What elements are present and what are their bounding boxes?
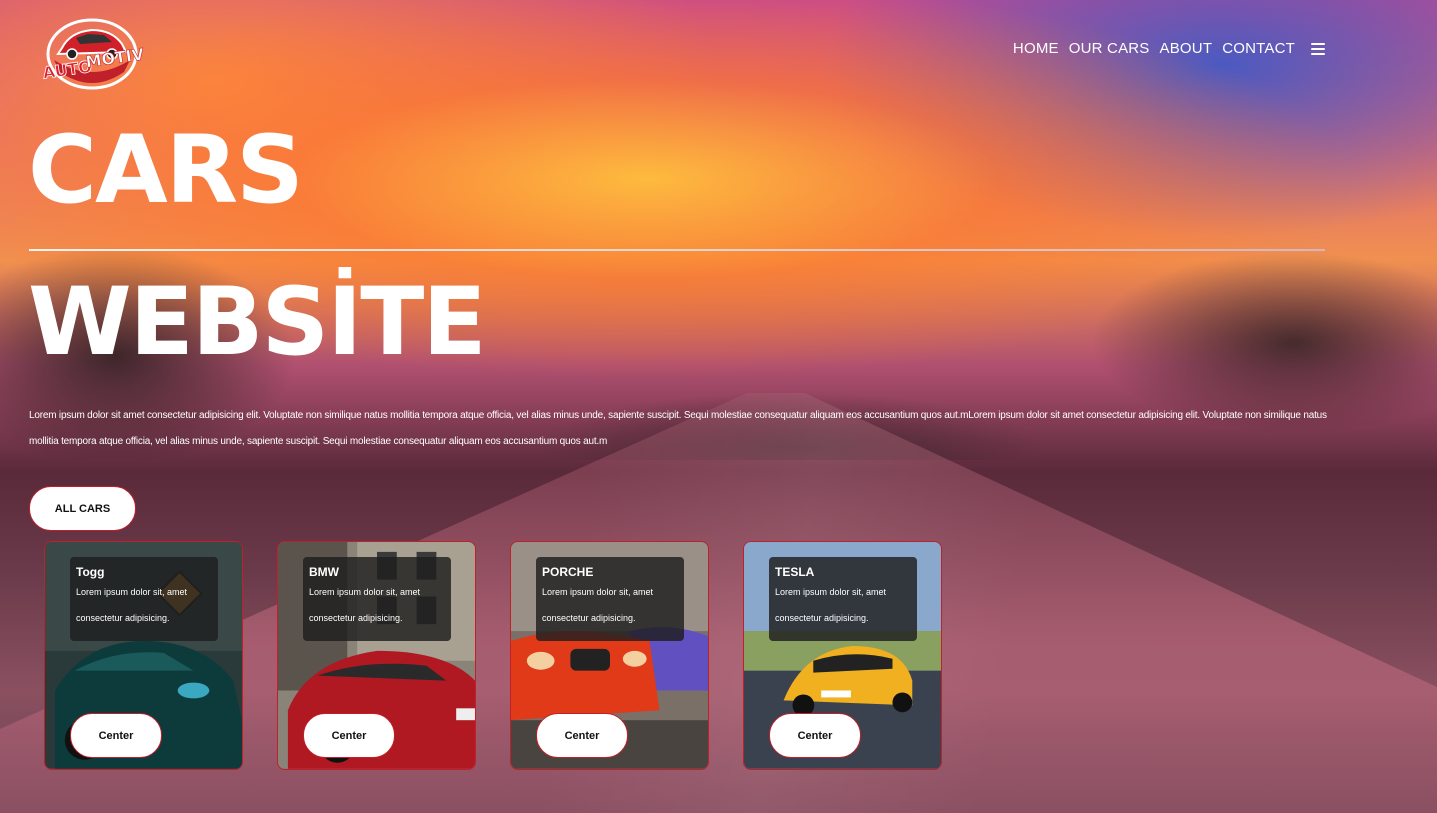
center-button[interactable]: Center [769, 713, 861, 758]
car-card-porche[interactable]: PORCHE Lorem ipsum dolor sit, amet conse… [510, 541, 709, 770]
hamburger-icon[interactable] [1311, 42, 1325, 55]
nav-home[interactable]: HOME [1013, 40, 1059, 57]
car-cards: Togg Lorem ipsum dolor sit, amet consect… [44, 541, 942, 770]
card-title: BMW [309, 565, 339, 579]
automotive-logo[interactable]: AUTO MOTIVE [40, 14, 156, 92]
nav-about[interactable]: ABOUT [1160, 40, 1213, 57]
card-info: Togg Lorem ipsum dolor sit, amet consect… [70, 557, 218, 641]
card-title: TESLA [775, 565, 815, 579]
hero-title-line1: CARS [28, 116, 304, 225]
card-info: PORCHE Lorem ipsum dolor sit, amet conse… [536, 557, 684, 641]
card-description: Lorem ipsum dolor sit, amet consectetur … [309, 587, 421, 623]
hero-description: Lorem ipsum dolor sit amet consectetur a… [29, 410, 1327, 447]
hero-divider [29, 249, 1325, 251]
card-title: Togg [76, 565, 105, 579]
car-card-togg[interactable]: Togg Lorem ipsum dolor sit, amet consect… [44, 541, 243, 770]
card-description: Lorem ipsum dolor sit, amet consectetur … [76, 587, 188, 623]
nav-contact[interactable]: CONTACT [1222, 40, 1295, 57]
car-card-bmw[interactable]: BMW Lorem ipsum dolor sit, amet consecte… [277, 541, 476, 770]
card-description: Lorem ipsum dolor sit, amet consectetur … [542, 587, 654, 623]
center-button[interactable]: Center [70, 713, 162, 758]
card-info: TESLA Lorem ipsum dolor sit, amet consec… [769, 557, 917, 641]
hero-title-line2: WEBSİTE [28, 268, 487, 377]
card-info: BMW Lorem ipsum dolor sit, amet consecte… [303, 557, 451, 641]
nav-our-cars[interactable]: OUR CARS [1069, 40, 1150, 57]
card-title: PORCHE [542, 565, 594, 579]
main-nav: HOME OUR CARS ABOUT CONTACT [1013, 40, 1325, 57]
center-button[interactable]: Center [536, 713, 628, 758]
all-cars-button[interactable]: ALL CARS [29, 486, 136, 531]
car-card-tesla[interactable]: TESLA Lorem ipsum dolor sit, amet consec… [743, 541, 942, 770]
card-description: Lorem ipsum dolor sit, amet consectetur … [775, 587, 887, 623]
center-button[interactable]: Center [303, 713, 395, 758]
